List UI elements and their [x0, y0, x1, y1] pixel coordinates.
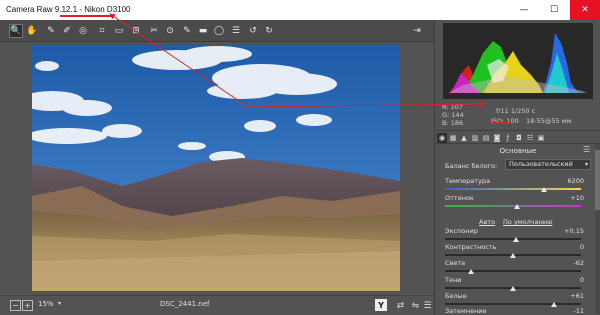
- compare-icon[interactable]: ⇋: [410, 300, 421, 311]
- image-canvas[interactable]: [0, 42, 434, 295]
- tab-lens-icon[interactable]: ◙: [492, 133, 502, 143]
- temperature-slider[interactable]: [445, 188, 581, 190]
- maximize-button[interactable]: ☐: [540, 0, 568, 20]
- white-balance-icon[interactable]: ✎: [44, 24, 58, 38]
- red-eye-icon[interactable]: ⊙: [163, 24, 177, 38]
- hand-icon[interactable]: ✋: [25, 24, 39, 38]
- contrast-thumb[interactable]: [510, 253, 516, 258]
- tab-basic-icon[interactable]: ◉: [437, 133, 447, 143]
- window-title: Camera Raw 9.12.1 - Nikon D3100: [6, 5, 131, 14]
- whites-thumb[interactable]: [551, 302, 557, 307]
- shadows-value[interactable]: 0: [580, 276, 584, 284]
- zoom-icon[interactable]: 🔍: [9, 24, 23, 38]
- zoom-level[interactable]: 15%: [38, 300, 54, 308]
- tint-label: Оттенок: [445, 194, 474, 202]
- zoom-out-button[interactable]: −: [10, 300, 21, 311]
- preferences-icon[interactable]: ☰: [229, 24, 243, 38]
- tab-hsl-icon[interactable]: ▥: [470, 133, 480, 143]
- annotation-underline-iso: [492, 122, 510, 124]
- iso-value: ISO: 100: [491, 117, 519, 125]
- transform-icon[interactable]: ⊞: [129, 24, 143, 38]
- section-title: Основные: [499, 147, 537, 155]
- rotate-right-icon[interactable]: ↻: [262, 24, 276, 38]
- tint-thumb[interactable]: [514, 204, 520, 209]
- radial-filter-icon[interactable]: ◯: [212, 24, 226, 38]
- annotation-underline: [60, 15, 112, 17]
- white-balance-label: Баланс белого:: [445, 162, 498, 170]
- auto-link[interactable]: Авто: [479, 218, 495, 226]
- tab-tone-curve-icon[interactable]: ▦: [448, 133, 458, 143]
- rgb-g: G: 144: [442, 111, 464, 119]
- panel-tabs: ◉ ▦ ▲ ▥ ▤ ◙ ƒ ◘ ☷ ▣: [435, 130, 600, 144]
- whites-label: Белые: [445, 292, 467, 300]
- shadows-label: Тени: [445, 276, 462, 284]
- temperature-thumb[interactable]: [541, 187, 547, 192]
- rgb-b: B: 186: [442, 119, 464, 127]
- blacks-value[interactable]: -11: [573, 307, 584, 315]
- histogram-graph: [449, 33, 587, 93]
- rgb-r: R: 107: [442, 103, 463, 111]
- white-balance-value: Пользовательский: [509, 160, 573, 168]
- export-icon[interactable]: ⇥: [410, 24, 424, 38]
- contrast-label: Контрастность: [445, 243, 497, 251]
- chevron-down-icon[interactable]: ▾: [58, 300, 61, 307]
- status-bar: − + 15% ▾ DSC_2441.nef Y ⇄ ⇋ ☰: [0, 295, 434, 315]
- exposure-thumb[interactable]: [513, 237, 519, 242]
- crop-icon[interactable]: ⌗: [95, 24, 109, 38]
- temperature-value[interactable]: 6200: [567, 177, 584, 185]
- chevron-down-icon: ▾: [584, 161, 588, 168]
- photo-preview[interactable]: [32, 46, 400, 291]
- exposure-value[interactable]: +0,15: [564, 227, 584, 235]
- exposure-label: Экспонир: [445, 227, 478, 235]
- title-bar: Camera Raw 9.12.1 - Nikon D3100 — ☐ ✕: [0, 0, 600, 20]
- blacks-label: Затемнение: [445, 307, 487, 315]
- minimize-button[interactable]: —: [510, 0, 538, 20]
- tab-detail-icon[interactable]: ▲: [459, 133, 469, 143]
- file-name: DSC_2441.nef: [160, 300, 210, 308]
- tab-snapshots-icon[interactable]: ▣: [536, 133, 546, 143]
- lens-info: 18-55@55 мм: [526, 117, 572, 125]
- rotate-left-icon[interactable]: ↺: [246, 24, 260, 38]
- before-after-toggle-icon[interactable]: ⇄: [395, 300, 406, 311]
- adjustment-brush-icon[interactable]: ✎: [180, 24, 194, 38]
- tint-value[interactable]: +10: [570, 194, 584, 202]
- close-button[interactable]: ✕: [570, 0, 600, 20]
- settings-icon[interactable]: ☰: [422, 300, 433, 311]
- highlights-label: Света: [445, 259, 466, 267]
- landscape-photo: [32, 46, 400, 291]
- histogram: [443, 23, 593, 99]
- panel-menu-icon[interactable]: ☰: [583, 145, 590, 154]
- white-balance-select[interactable]: Пользовательский ▾: [505, 159, 591, 170]
- panel-scrollbar-thumb[interactable]: [595, 150, 600, 210]
- color-sampler-icon[interactable]: ✐: [60, 24, 74, 38]
- camera-info: R: 107 G: 144 B: 186 f/11 1/250 с ISO: 1…: [438, 100, 598, 130]
- shadows-thumb[interactable]: [510, 286, 516, 291]
- graduated-filter-icon[interactable]: ▬: [196, 24, 210, 38]
- tab-split-toning-icon[interactable]: ▤: [481, 133, 491, 143]
- highlights-slider[interactable]: [445, 270, 581, 272]
- contrast-value[interactable]: 0: [580, 243, 584, 251]
- targeted-adjustment-icon[interactable]: ◎: [76, 24, 90, 38]
- straighten-icon[interactable]: ▭: [112, 24, 126, 38]
- temperature-label: Температура: [445, 177, 490, 185]
- whites-slider[interactable]: [445, 303, 581, 305]
- tint-slider[interactable]: [445, 205, 581, 207]
- highlights-thumb[interactable]: [468, 269, 474, 274]
- highlights-value[interactable]: -62: [573, 259, 584, 267]
- tab-camera-calibration-icon[interactable]: ◘: [514, 133, 524, 143]
- tab-presets-icon[interactable]: ☷: [525, 133, 535, 143]
- spot-removal-icon[interactable]: ✂: [147, 24, 161, 38]
- default-link[interactable]: По умолчанию: [503, 218, 553, 226]
- before-after-button[interactable]: Y: [375, 299, 387, 311]
- aperture-shutter: f/11 1/250 с: [496, 107, 536, 115]
- tab-fx-icon[interactable]: ƒ: [503, 133, 513, 143]
- zoom-in-button[interactable]: +: [22, 300, 33, 311]
- whites-value[interactable]: +61: [570, 292, 584, 300]
- adjustments-panel: R: 107 G: 144 B: 186 f/11 1/250 с ISO: 1…: [434, 20, 600, 315]
